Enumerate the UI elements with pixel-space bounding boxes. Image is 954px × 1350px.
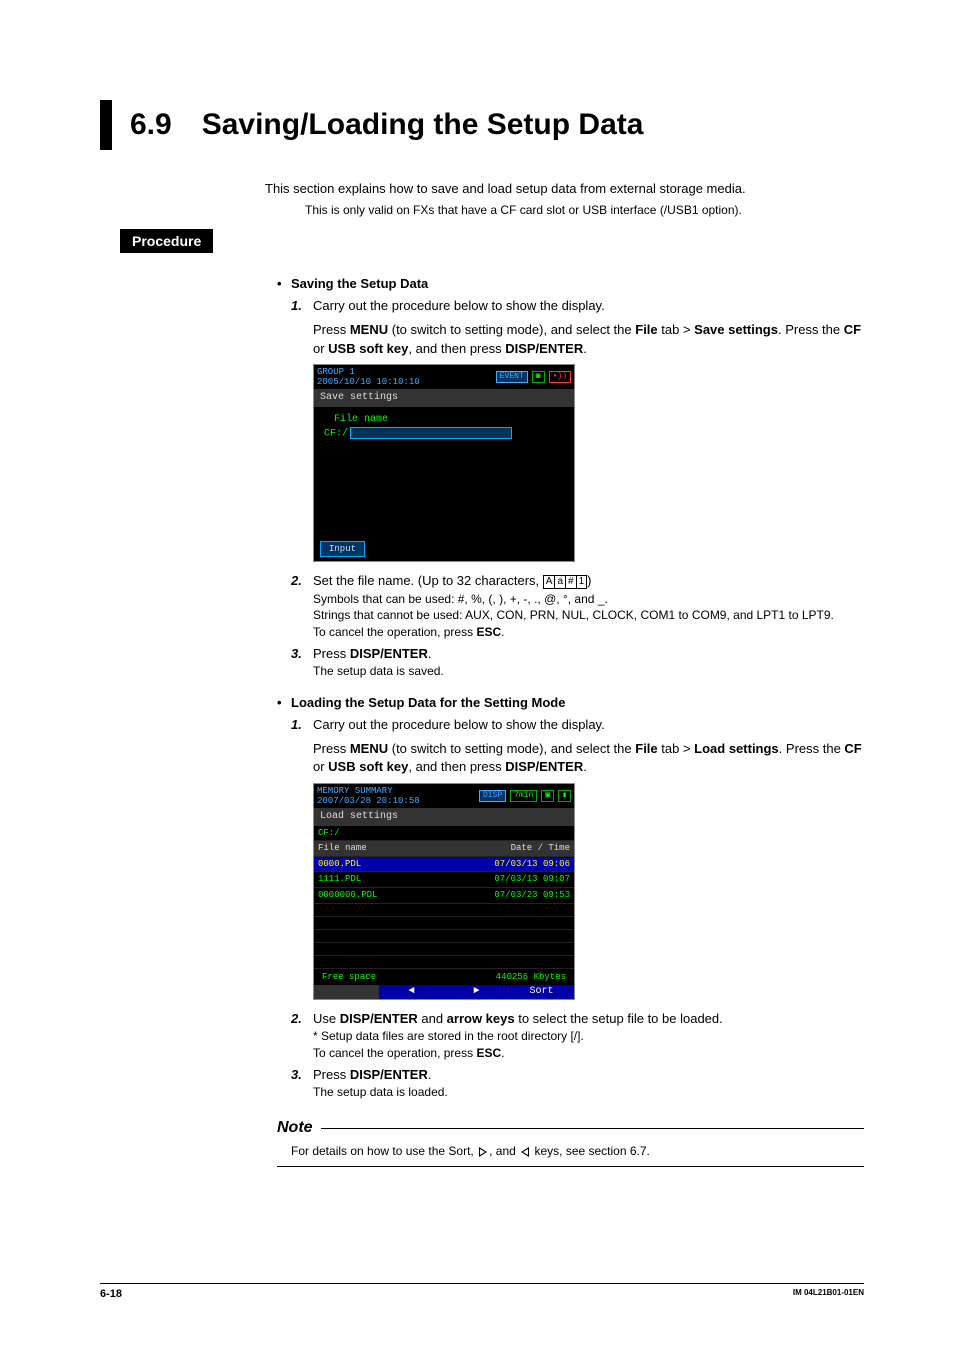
page-footer: 6-18 IM 04L21B01-01EN: [100, 1283, 864, 1300]
section-heading: 6.9 Saving/Loading the Setup Data: [100, 100, 864, 150]
ss-filename-label: File name: [334, 413, 564, 427]
intro-subtext: This is only valid on FXs that have a CF…: [305, 202, 864, 219]
heading-bar: [100, 100, 112, 150]
time-icon: 7min: [510, 790, 537, 802]
bullet-icon: •: [277, 694, 291, 712]
ss-free-label: Free space: [322, 971, 376, 984]
heading-title: Saving/Loading the Setup Data: [202, 108, 644, 142]
loading-title: Loading the Setup Data for the Setting M…: [291, 694, 565, 712]
camera-icon: ◙: [532, 371, 545, 383]
step-number: 3.: [291, 645, 313, 680]
file-row[interactable]: 0000000.PDL07/03/23 09:53: [314, 887, 574, 903]
ss-free-value: 440256 Kbytes: [496, 971, 566, 984]
step-number: 1.: [291, 716, 313, 734]
triangle-left-icon: [521, 1147, 529, 1157]
loading-step1: Carry out the procedure below to show th…: [313, 716, 864, 734]
nav-sort[interactable]: Sort: [509, 985, 574, 999]
file-row[interactable]: 1111.PDL07/03/13 09:07: [314, 871, 574, 887]
ss-col-filename: File name: [318, 842, 367, 855]
saving-step2: Set the file name. (Up to 32 characters,…: [313, 572, 864, 590]
procedure-label: Procedure: [120, 229, 213, 253]
loading-step3: Press DISP/ENTER.: [313, 1066, 864, 1084]
saving-step1-detail: Press MENU (to switch to setting mode), …: [313, 321, 864, 357]
ss-filename-input[interactable]: [350, 427, 512, 439]
loading-step1-detail: Press MENU (to switch to setting mode), …: [313, 740, 864, 776]
ss-path: CF:/: [318, 827, 340, 840]
saving-step1: Carry out the procedure below to show th…: [313, 297, 864, 315]
battery-icon: ▮: [558, 790, 571, 802]
step-number: 2.: [291, 572, 313, 641]
loading-step2-cancel: To cancel the operation, press ESC.: [313, 1045, 864, 1062]
page-number: 6-18: [100, 1288, 122, 1300]
ss-title: Load settings: [314, 808, 574, 826]
saving-step3: Press DISP/ENTER.: [313, 645, 864, 663]
step-number: 2.: [291, 1010, 313, 1062]
intro-text: This section explains how to save and lo…: [265, 180, 864, 198]
event-icon: EVENT: [496, 371, 528, 383]
file-row[interactable]: 0000.PDL07/03/13 09:06: [314, 856, 574, 872]
load-settings-screenshot: MEMORY SUMMARY 2007/03/28 20:10:58 DISP …: [313, 783, 575, 1001]
triangle-right-icon: [479, 1147, 487, 1157]
bullet-icon: •: [277, 275, 291, 293]
ss-title: Save settings: [314, 389, 574, 407]
step-number: 1.: [291, 297, 313, 315]
saving-step3-note: The setup data is saved.: [313, 663, 864, 680]
ss-path: CF:/: [324, 428, 348, 439]
camera-icon: ◙: [541, 790, 554, 802]
step-number: 3.: [291, 1066, 313, 1101]
alarm-icon: •)): [549, 371, 571, 383]
doc-id: IM 04L21B01-01EN: [793, 1288, 864, 1300]
ss-input-button[interactable]: Input: [320, 541, 365, 558]
nav-right[interactable]: ►: [444, 985, 509, 999]
heading-number: 6.9: [130, 108, 172, 142]
saving-step2-symbols: Symbols that can be used: #, %, (, ), +,…: [313, 591, 864, 608]
note-body: For details on how to use the Sort, , an…: [277, 1143, 864, 1160]
note-end-line: [277, 1166, 864, 1167]
saving-step2-strings: Strings that cannot be used: AUX, CON, P…: [313, 607, 864, 624]
disp-icon: DISP: [479, 790, 506, 802]
saving-title: Saving the Setup Data: [291, 275, 428, 293]
note-heading: Note: [277, 1117, 864, 1139]
ss-col-datetime: Date / Time: [511, 842, 570, 855]
loading-step3-note: The setup data is loaded.: [313, 1084, 864, 1101]
save-settings-screenshot: GROUP 1 2005/10/10 10:10:10 EVENT ◙ •)) …: [313, 364, 575, 563]
saving-step2-cancel: To cancel the operation, press ESC.: [313, 624, 864, 641]
loading-step2-note: * Setup data files are stored in the roo…: [313, 1028, 864, 1045]
loading-step2: Use DISP/ENTER and arrow keys to select …: [313, 1010, 864, 1028]
char-mode-box: Aa#1: [543, 575, 587, 589]
nav-left[interactable]: ◄: [379, 985, 444, 999]
nav-blank: [314, 985, 379, 999]
